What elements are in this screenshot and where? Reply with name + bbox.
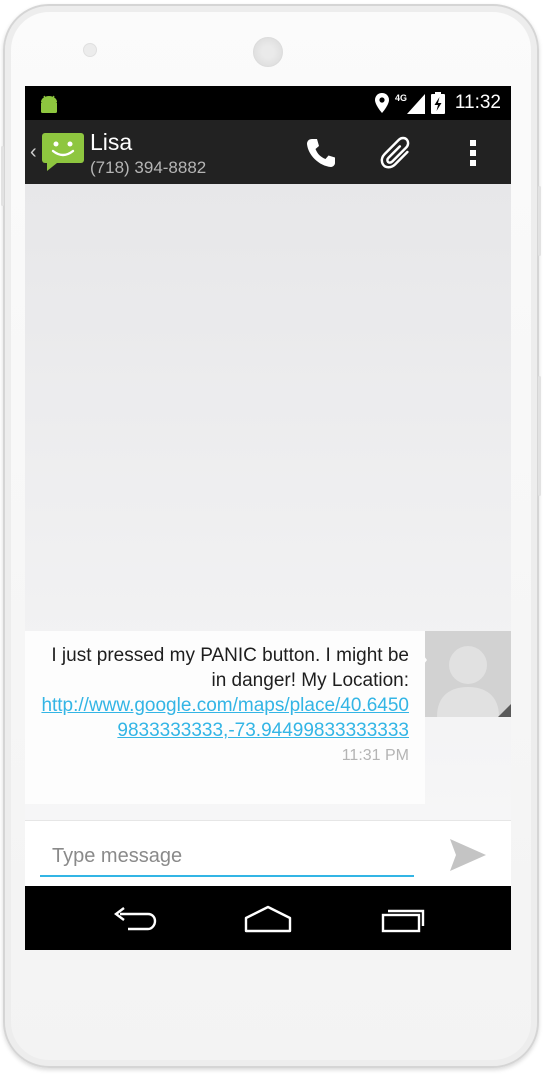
call-button[interactable]: [304, 136, 338, 170]
contact-avatar[interactable]: [425, 631, 511, 717]
side-button-right: [538, 186, 541, 256]
send-button[interactable]: [445, 835, 491, 875]
phone-screen: 4G 11:32 ‹ Lisa (718) 394-8882 I just pr…: [25, 86, 511, 950]
send-icon: [450, 839, 486, 871]
message-timestamp: 11:31 PM: [341, 747, 409, 764]
default-avatar-icon: [425, 631, 511, 717]
conversation-thread[interactable]: I just pressed my PANIC button. I might …: [25, 184, 511, 820]
earpiece-speaker: [253, 37, 283, 67]
side-button-right-lower: [538, 376, 541, 496]
front-camera: [83, 43, 97, 57]
back-icon: [114, 907, 157, 931]
nav-back-button[interactable]: [105, 902, 161, 936]
contact-phone: (718) 394-8882: [90, 158, 207, 177]
battery-charging-icon: [430, 92, 445, 114]
action-bar: ‹ Lisa (718) 394-8882: [25, 120, 511, 184]
message-text: I just pressed my PANIC button. I might …: [51, 645, 409, 691]
overflow-menu-icon: [470, 140, 476, 166]
overflow-menu-button[interactable]: [456, 136, 490, 170]
status-time: 11:32: [454, 92, 501, 113]
nav-home-button[interactable]: [240, 902, 296, 936]
messaging-app-logo[interactable]: [41, 132, 85, 172]
nav-recents-button[interactable]: [375, 902, 431, 936]
home-icon: [244, 905, 292, 933]
message-input[interactable]: [40, 837, 414, 877]
location-icon: [374, 93, 389, 113]
back-chevron-icon[interactable]: ‹: [30, 142, 37, 162]
navigation-bar: [25, 886, 511, 950]
attach-button[interactable]: [380, 136, 414, 170]
avatar-notch: [421, 652, 427, 668]
signal-4g-icon: 4G: [395, 93, 425, 114]
location-link[interactable]: http://www.google.com/maps/place/40.6450…: [37, 693, 409, 743]
recents-icon: [381, 909, 425, 933]
status-bar: 4G 11:32: [25, 86, 511, 120]
paperclip-icon: [380, 136, 410, 169]
message-bubble[interactable]: I just pressed my PANIC button. I might …: [25, 631, 425, 804]
phone-icon: [307, 139, 335, 167]
compose-bar: [25, 820, 511, 887]
side-button-left: [1, 146, 4, 206]
contact-name: Lisa: [90, 129, 133, 155]
android-notification-icon: [41, 95, 57, 113]
network-label: 4G: [395, 93, 407, 103]
